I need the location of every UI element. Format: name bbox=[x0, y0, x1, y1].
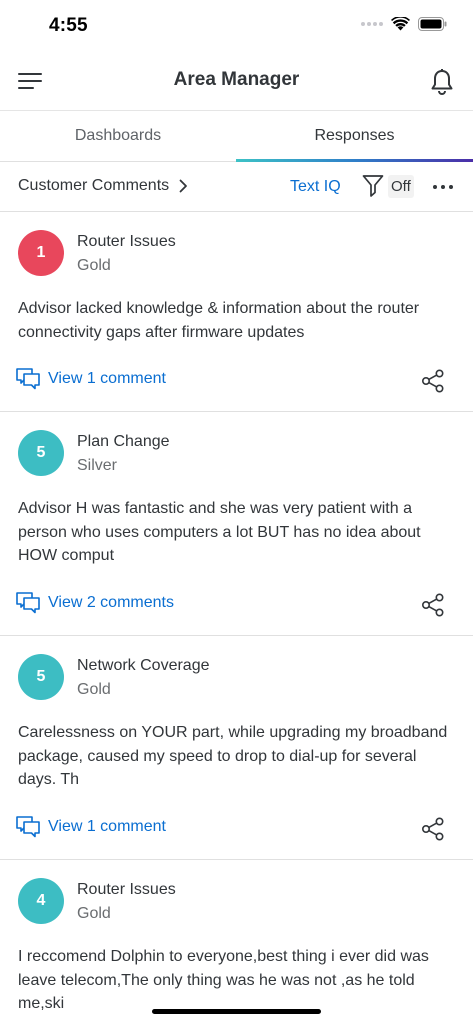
view-comments-label: View 1 comment bbox=[48, 818, 166, 835]
response-topic: Router Issues bbox=[77, 233, 176, 250]
response-tier: Gold bbox=[77, 257, 111, 274]
response-tier: Silver bbox=[77, 457, 118, 474]
score-badge: 5 bbox=[18, 430, 64, 476]
view-comments-link[interactable]: View 1 comment bbox=[16, 816, 166, 838]
share-icon[interactable] bbox=[421, 369, 445, 393]
navigation-bar: Area Manager bbox=[0, 54, 473, 111]
response-text: Carelessness on YOUR part, while upgradi… bbox=[18, 724, 448, 788]
tab-responses[interactable]: Responses bbox=[236, 111, 473, 161]
text-iq-link[interactable]: Text IQ bbox=[290, 178, 341, 196]
status-bar: 4:55 bbox=[0, 0, 473, 54]
tab-dashboards[interactable]: Dashboards bbox=[0, 111, 236, 161]
score-badge: 1 bbox=[18, 230, 64, 276]
response-text: Advisor H was fantastic and she was very… bbox=[18, 500, 421, 564]
filter-funnel-icon bbox=[362, 175, 384, 197]
response-tier: Gold bbox=[77, 681, 111, 698]
home-indicator[interactable] bbox=[152, 1009, 321, 1014]
chevron-right-icon bbox=[179, 179, 188, 193]
more-horizontal-icon[interactable] bbox=[433, 185, 453, 189]
status-icons bbox=[361, 17, 447, 31]
share-icon[interactable] bbox=[421, 817, 445, 841]
response-text: I reccomend Dolphin to everyone,best thi… bbox=[18, 948, 429, 1012]
filter-state-label: Off bbox=[388, 174, 414, 198]
share-icon[interactable] bbox=[421, 593, 445, 617]
comments-icon bbox=[16, 592, 40, 614]
response-card[interactable]: 5 Network Coverage Gold Carelessness on … bbox=[0, 636, 473, 860]
bell-icon[interactable] bbox=[429, 68, 455, 96]
view-comments-label: View 2 comments bbox=[48, 594, 174, 611]
filter-toggle[interactable]: Off bbox=[362, 174, 414, 198]
view-comments-link[interactable]: View 2 comments bbox=[16, 592, 174, 614]
comments-icon bbox=[16, 816, 40, 838]
status-time: 4:55 bbox=[49, 15, 88, 36]
view-comments-label: View 1 comment bbox=[48, 370, 166, 387]
response-tier: Gold bbox=[77, 905, 111, 922]
response-feed: 1 Router Issues Gold Advisor lacked know… bbox=[0, 212, 473, 1024]
filter-bar: Customer Comments Text IQ Off bbox=[0, 162, 473, 212]
response-card[interactable]: 1 Router Issues Gold Advisor lacked know… bbox=[0, 212, 473, 412]
response-card[interactable]: 5 Plan Change Silver Advisor H was fanta… bbox=[0, 412, 473, 636]
response-topic: Plan Change bbox=[77, 433, 170, 450]
response-text: Advisor lacked knowledge & information a… bbox=[18, 300, 420, 341]
breadcrumb-label: Customer Comments bbox=[18, 177, 170, 194]
response-topic: Network Coverage bbox=[77, 657, 210, 674]
score-badge: 4 bbox=[18, 878, 64, 924]
view-comments-link[interactable]: View 1 comment bbox=[16, 368, 166, 390]
tab-bar: Dashboards Responses bbox=[0, 111, 473, 162]
score-badge: 5 bbox=[18, 654, 64, 700]
wifi-icon bbox=[391, 17, 410, 31]
response-card[interactable]: 4 Router Issues Gold I reccomend Dolphin… bbox=[0, 860, 473, 1024]
cellular-signal-icon bbox=[361, 22, 383, 26]
page-title: Area Manager bbox=[173, 69, 300, 90]
breadcrumb[interactable]: Customer Comments bbox=[18, 177, 188, 195]
battery-icon bbox=[418, 17, 447, 31]
comments-icon bbox=[16, 368, 40, 390]
response-topic: Router Issues bbox=[77, 881, 176, 898]
